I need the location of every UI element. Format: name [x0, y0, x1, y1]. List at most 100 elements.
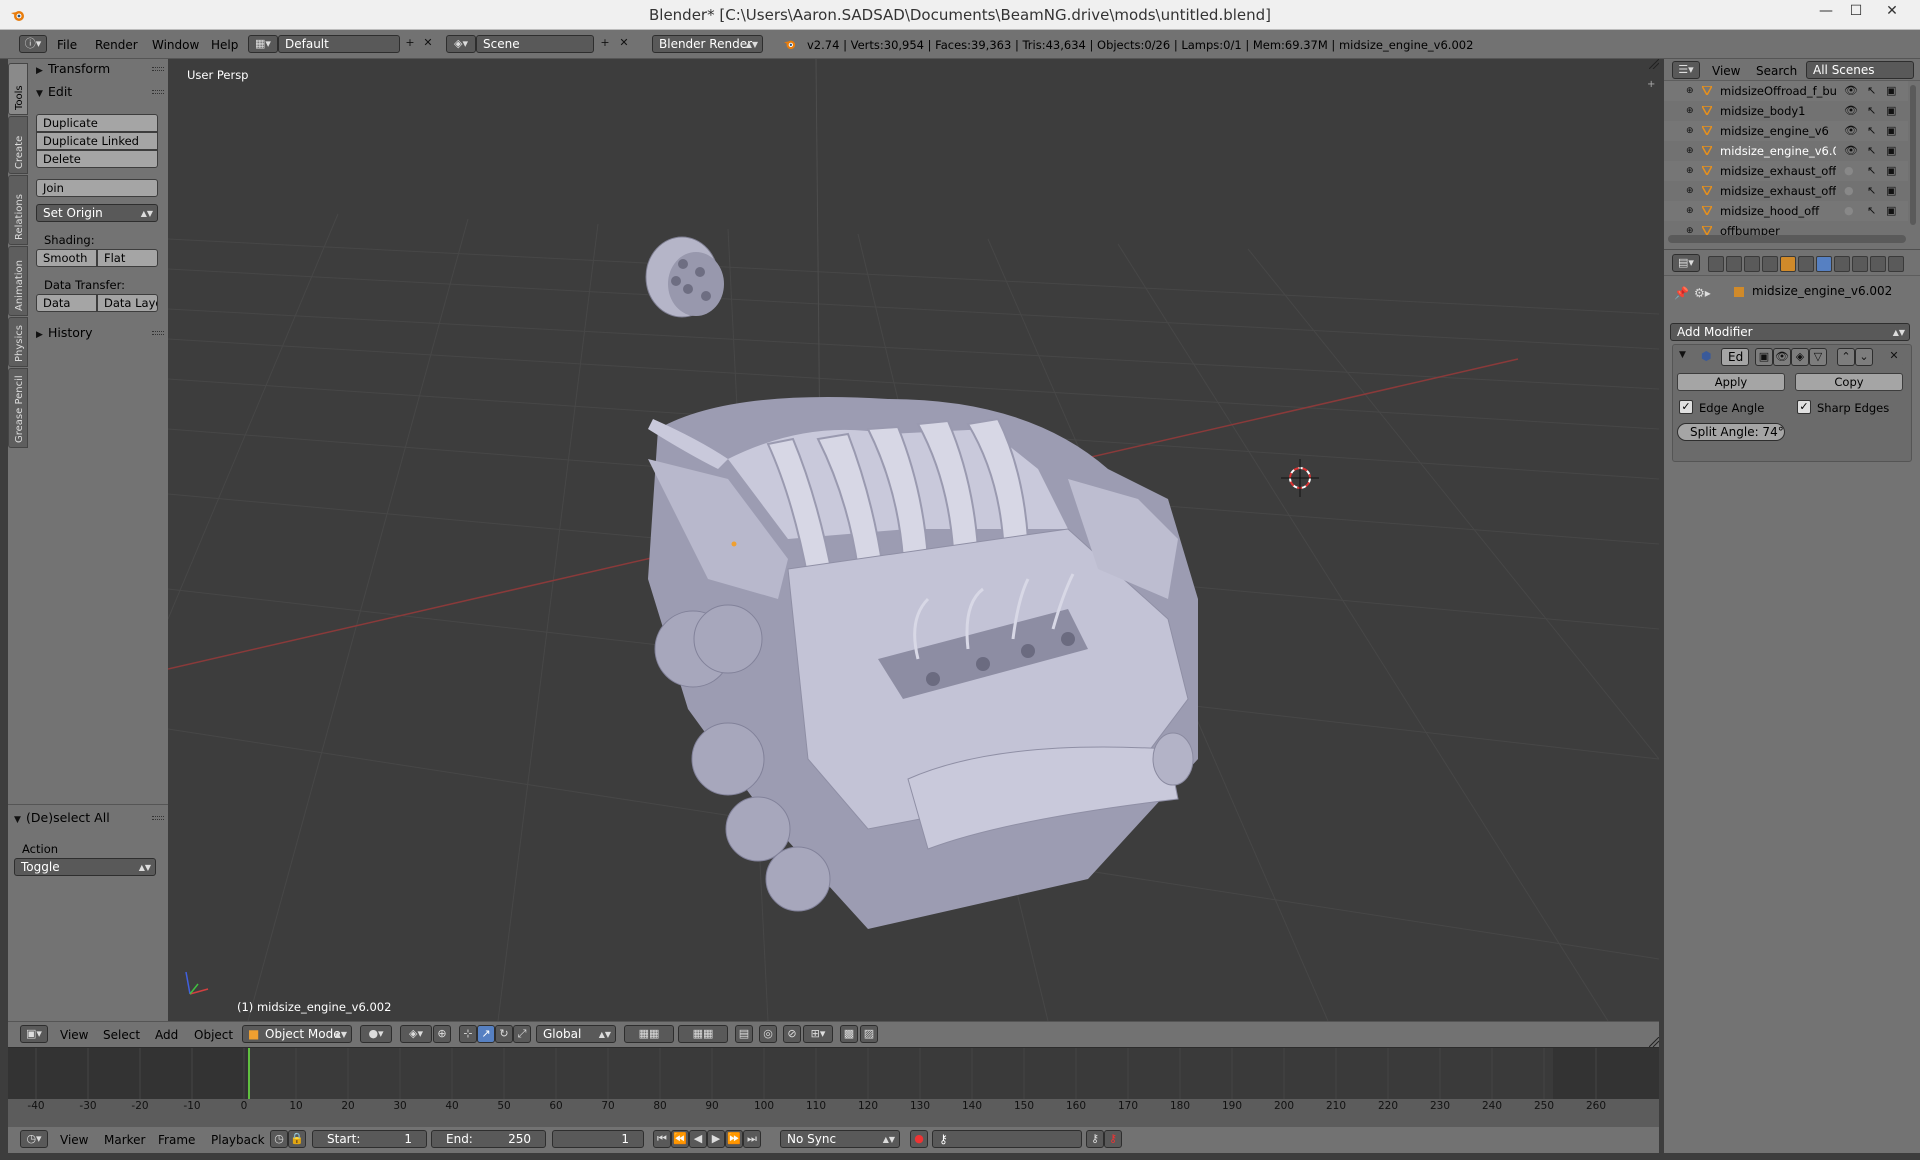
add-scene-icon[interactable]: + — [596, 35, 614, 53]
menu-frame[interactable]: Frame — [158, 1129, 195, 1151]
current-frame-indicator[interactable] — [248, 1048, 250, 1100]
viewport-canvas[interactable] — [168, 59, 1659, 1021]
transform-orientation-dropdown[interactable]: Global ▲▼ — [536, 1025, 616, 1043]
keying-set-field[interactable]: ⚷ — [932, 1130, 1082, 1148]
proportional-edit-icon[interactable]: ◎ — [759, 1025, 777, 1043]
menu-window[interactable]: Window — [152, 34, 199, 56]
render-camera-icon[interactable]: ▣ — [1886, 161, 1896, 181]
expand-arrow-icon[interactable]: ⊕ — [1686, 141, 1694, 161]
menu-marker[interactable]: Marker — [104, 1129, 145, 1151]
expand-arrow-icon[interactable]: ⊕ — [1686, 81, 1694, 101]
menu-add[interactable]: Add — [155, 1024, 178, 1046]
jump-keyframe-forward-icon[interactable]: ⏩ — [725, 1130, 743, 1148]
collapse-arrow-icon[interactable]: ▼ — [1679, 350, 1686, 360]
select-arrow-icon[interactable]: ↖ — [1867, 161, 1876, 181]
end-frame-field[interactable]: End: 250 — [431, 1130, 546, 1148]
panel-edit-header[interactable]: ▼ Edit — [36, 83, 164, 101]
scale-manipulator-icon[interactable]: ⤢ — [513, 1025, 531, 1043]
hidden-eye-icon[interactable]: ● — [1844, 161, 1854, 181]
edge-angle-checkbox[interactable]: ✓ — [1679, 400, 1693, 414]
interaction-mode-dropdown[interactable]: ■ Object Mode ▲▼ — [242, 1025, 352, 1043]
layers-grid-left-icon[interactable]: ▦▦ — [624, 1025, 674, 1043]
render-camera-icon[interactable]: ▣ — [1886, 81, 1896, 101]
play-reverse-icon[interactable]: ◀ — [689, 1130, 707, 1148]
menu-view[interactable]: View — [1712, 60, 1740, 82]
delete-layout-icon[interactable]: ✕ — [419, 35, 437, 53]
translate-manipulator-icon[interactable]: ↗ — [477, 1025, 495, 1043]
data-layout-button[interactable]: Data Layo — [97, 294, 158, 312]
menu-render[interactable]: Render — [95, 34, 138, 56]
3d-viewport[interactable]: User Persp (1) midsize_engine_v6.002 + — [168, 59, 1659, 1021]
menu-object[interactable]: Object — [194, 1024, 233, 1046]
object-name[interactable]: midsize_body1 — [1720, 101, 1836, 121]
lock-icon[interactable]: 🔒 — [288, 1130, 306, 1148]
delete-keyframe-icon[interactable]: ⚷ — [1104, 1130, 1122, 1148]
render-engine-dropdown[interactable]: Blender Render ▲▼ — [652, 35, 763, 53]
render-camera-icon[interactable]: ▣ — [1886, 141, 1896, 161]
outliner-row[interactable]: ⊕ midsize_body1 👁 ↖ ▣ — [1664, 101, 1908, 121]
manipulator-toggle-icon[interactable]: ⊕ — [433, 1025, 451, 1043]
record-icon[interactable]: ● — [910, 1130, 928, 1148]
data-tab-icon[interactable] — [1834, 256, 1850, 272]
outliner-row-active[interactable]: ⊕ midsize_engine_v6.002 👁 ↖ ▣ — [1664, 141, 1908, 161]
render-tab-icon[interactable] — [1708, 256, 1724, 272]
close-button[interactable]: ✕ — [1877, 0, 1907, 22]
render-layers-tab-icon[interactable] — [1726, 256, 1742, 272]
outliner-row[interactable]: ⊕ midsize_hood_off ● ↖ ▣ — [1664, 201, 1908, 221]
menu-playback[interactable]: Playback — [211, 1129, 265, 1151]
render-camera-icon[interactable]: ▣ — [1886, 121, 1896, 141]
editor-type-outliner-icon[interactable]: ☰▾ — [1672, 61, 1700, 79]
constraints-tab-icon[interactable] — [1798, 256, 1814, 272]
panel-grip-icon[interactable] — [152, 90, 164, 94]
preview-range-icon[interactable]: ◷ — [270, 1130, 288, 1148]
expand-arrow-icon[interactable]: ⊕ — [1686, 101, 1694, 121]
screen-layout-icon[interactable]: ▦▾ — [248, 35, 278, 53]
play-icon[interactable]: ▶ — [707, 1130, 725, 1148]
expand-arrow-icon[interactable]: ⊕ — [1686, 121, 1694, 141]
action-dropdown[interactable]: Toggle ▲▼ — [14, 858, 156, 876]
expand-arrow-icon[interactable]: ⊕ — [1686, 201, 1694, 221]
material-tab-icon[interactable] — [1852, 256, 1868, 272]
insert-keyframe-icon[interactable]: ⚷ — [1086, 1130, 1104, 1148]
menu-file[interactable]: File — [57, 34, 77, 56]
viewport-toggle-icon[interactable]: 👁 — [1773, 348, 1791, 366]
editor-type-properties-icon[interactable]: ▤▾ — [1672, 254, 1700, 272]
scene-field[interactable]: Scene — [476, 35, 594, 53]
render-camera-icon[interactable]: ▣ — [1886, 181, 1896, 201]
render-camera-icon[interactable]: ▣ — [1886, 101, 1896, 121]
modifiers-tab-icon[interactable] — [1816, 256, 1832, 272]
join-button[interactable]: Join — [36, 179, 158, 197]
menu-search[interactable]: Search — [1756, 60, 1797, 82]
tab-grease-pencil[interactable]: Grease Pencil — [8, 368, 28, 448]
outliner-row[interactable]: ⊕ midsize_exhaust_offroa ● ↖ ▣ — [1664, 161, 1908, 181]
operator-panel-header[interactable]: ▼ (De)select All — [14, 809, 164, 827]
pivot-point-icon[interactable]: ◈▾ — [400, 1025, 432, 1043]
panel-grip-icon[interactable] — [152, 331, 164, 335]
layer-lock-icon[interactable]: ▤ — [735, 1025, 753, 1043]
world-tab-icon[interactable] — [1762, 256, 1778, 272]
pin-icon[interactable]: 📌 — [1674, 286, 1689, 300]
select-arrow-icon[interactable]: ↖ — [1867, 141, 1876, 161]
menu-select[interactable]: Select — [103, 1024, 140, 1046]
timeline-scrollbar[interactable] — [8, 1113, 1659, 1127]
editor-type-info-icon[interactable]: ⓘ▾ — [19, 35, 47, 53]
delete-scene-icon[interactable]: ✕ — [615, 35, 633, 53]
area-split-corner-icon[interactable] — [1649, 1037, 1659, 1047]
snap-toggle-icon[interactable]: ⊘ — [783, 1025, 801, 1043]
duplicate-button[interactable]: Duplicate — [36, 114, 158, 132]
select-arrow-icon[interactable]: ↖ — [1867, 101, 1876, 121]
scene-icon[interactable]: ◈▾ — [446, 35, 476, 53]
rotate-manipulator-icon[interactable]: ↻ — [495, 1025, 513, 1043]
menu-help[interactable]: Help — [211, 34, 238, 56]
editmode-toggle-icon[interactable]: ◈ — [1791, 348, 1809, 366]
timeline-editor[interactable]: -40 -30 -20 -10 0 10 20 30 40 50 60 70 80 90 100 110 120… — [8, 1047, 1659, 1113]
panel-grip-icon[interactable] — [152, 816, 164, 820]
area-split-corner-icon[interactable] — [1649, 59, 1659, 69]
maximize-button[interactable]: ☐ — [1841, 0, 1871, 22]
sharp-edges-checkbox[interactable]: ✓ — [1797, 400, 1811, 414]
object-name[interactable]: midsize_engine_v6.002 — [1720, 141, 1836, 161]
opengl-anim-icon[interactable]: ▨ — [860, 1025, 878, 1043]
engine-model[interactable] — [645, 236, 1198, 929]
object-name[interactable]: midsize_engine_v6 — [1720, 121, 1836, 141]
visibility-eye-icon[interactable]: 👁 — [1844, 101, 1858, 121]
